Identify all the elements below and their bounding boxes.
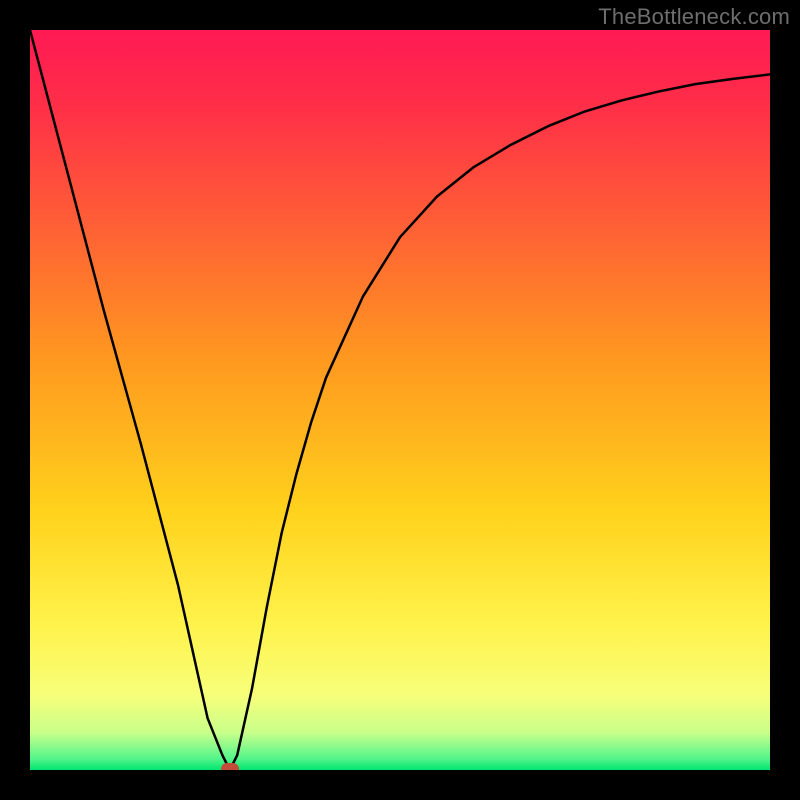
chart-frame: TheBottleneck.com [0,0,800,800]
optimal-point-marker [221,763,239,770]
plot-area [30,30,770,770]
watermark-text: TheBottleneck.com [598,4,790,30]
bottleneck-curve [30,30,770,770]
